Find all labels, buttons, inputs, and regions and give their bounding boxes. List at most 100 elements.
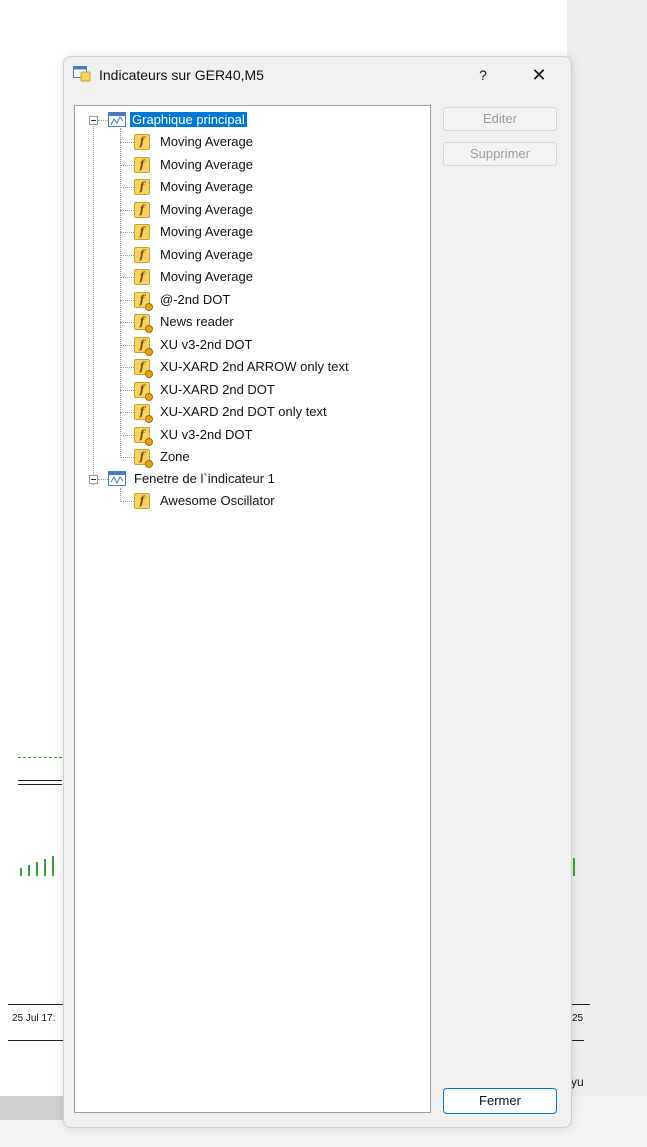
collapse-toggle-fenetre-indicateur[interactable] <box>89 475 98 484</box>
tree-connector <box>120 389 134 391</box>
tree-item-indicator[interactable]: f Zone <box>134 447 414 468</box>
tree-connector <box>120 488 121 502</box>
tree-item-indicator[interactable]: f XU v3-2nd DOT <box>134 335 414 356</box>
chart-bottom-line-right <box>570 1040 584 1042</box>
builtin-indicator-icon: f <box>134 493 150 509</box>
tree-connector <box>120 128 121 458</box>
builtin-indicator-icon: f <box>134 224 150 240</box>
tree-connector <box>120 164 134 166</box>
tree-item-label: @-2nd DOT <box>160 291 231 307</box>
tree-group-fenetre-indicateur[interactable]: Fenetre de l`indicateur 1 <box>108 469 408 489</box>
tree-item-indicator[interactable]: f Awesome Oscillator <box>134 491 414 511</box>
tree-item-label: Moving Average <box>160 134 253 149</box>
tree-connector <box>120 277 134 278</box>
tree-group-label: Fenetre de l`indicateur 1 <box>134 471 275 486</box>
tree-connector <box>120 344 134 346</box>
tree-connector <box>120 412 134 413</box>
tree-connector <box>120 434 134 436</box>
tree-item-indicator[interactable]: f Moving Average <box>134 132 414 152</box>
chart-green-line <box>18 757 62 759</box>
custom-indicator-icon: f <box>134 291 153 311</box>
oscillator-bar <box>20 868 22 876</box>
tree-item-indicator[interactable]: f Moving Average <box>134 200 414 220</box>
tree-connector <box>120 457 134 458</box>
tree-connector <box>120 501 134 502</box>
custom-indicator-icon: f <box>134 404 153 423</box>
chart-black-line <box>18 780 62 782</box>
tree-connector <box>120 142 134 143</box>
custom-indicator-icon: f <box>134 314 153 333</box>
tree-item-label: Moving Average <box>160 224 253 239</box>
builtin-indicator-icon: f <box>134 269 150 285</box>
oscillator-bar <box>52 856 54 876</box>
oscillator-bar <box>36 862 38 876</box>
tree-item-label: XU-XARD 2nd DOT only text <box>160 404 327 419</box>
custom-indicator-icon: f <box>134 359 153 378</box>
tree-item-indicator[interactable]: f XU-XARD 2nd DOT only text <box>134 402 414 423</box>
builtin-indicator-icon: f <box>134 156 150 173</box>
tree-item-indicator[interactable]: f @-2nd DOT <box>134 290 414 311</box>
tree-item-label: Moving Average <box>160 269 253 284</box>
tree-item-indicator[interactable]: f XU-XARD 2nd DOT <box>134 380 414 401</box>
builtin-indicator-icon: f <box>134 134 150 150</box>
dialog-title: Indicateurs sur GER40,M5 <box>99 67 264 83</box>
help-button[interactable]: ? <box>469 63 497 87</box>
tree-connector <box>120 209 134 211</box>
date-label-left: 25 Jul 17: <box>12 1013 56 1024</box>
tree-connector <box>120 187 134 188</box>
custom-indicator-icon: f <box>134 426 153 446</box>
tree-connector <box>120 299 134 301</box>
tree-item-indicator[interactable]: f News reader <box>134 312 414 333</box>
chart-window-icon <box>108 112 126 127</box>
oscillator-bar <box>44 859 46 876</box>
tree-item-label: Moving Average <box>160 201 253 217</box>
close-icon[interactable]: ✕ <box>522 63 556 87</box>
tree-item-label: Moving Average <box>160 246 253 262</box>
tree-item-label: News reader <box>160 314 234 329</box>
right-fragment-text: yu <box>571 1075 584 1089</box>
indicators-window-icon <box>73 66 91 82</box>
tree-connector <box>120 232 134 233</box>
tree-connector <box>98 479 108 480</box>
chart-bottom-line <box>8 1040 64 1042</box>
tree-connector <box>120 367 134 368</box>
tree-item-label: XU v3-2nd DOT <box>160 336 253 352</box>
tree-item-indicator[interactable]: f XU v3-2nd DOT <box>134 425 414 446</box>
tree-item-label: Awesome Oscillator <box>160 493 275 508</box>
tree-item-indicator[interactable]: f Moving Average <box>134 267 414 287</box>
oscillator-bar <box>28 865 30 876</box>
tree-item-label: XU-XARD 2nd ARROW only text <box>160 359 349 374</box>
tree-item-label: Zone <box>160 449 190 464</box>
tree-item-indicator[interactable]: f Moving Average <box>134 222 414 242</box>
indicators-dialog: Indicateurs sur GER40,M5 ? ✕ Graphique p… <box>63 56 572 1128</box>
builtin-indicator-icon: f <box>134 246 150 263</box>
tree-connector <box>120 254 134 256</box>
date-label-right: 25 <box>572 1013 584 1024</box>
tree-connector <box>98 120 108 121</box>
close-button[interactable]: Fermer <box>443 1088 557 1114</box>
title-bar[interactable]: Indicateurs sur GER40,M5 ? ✕ <box>64 57 571 93</box>
collapse-toggle-graphique-principal[interactable] <box>89 116 98 125</box>
edit-button[interactable]: Editer <box>443 107 557 131</box>
tree-item-label: XU-XARD 2nd DOT <box>160 381 275 397</box>
tree-item-indicator[interactable]: f Moving Average <box>134 155 414 175</box>
indicator-tree[interactable]: Graphique principal Fenetre de l`indicat… <box>74 105 431 1113</box>
tree-item-indicator[interactable]: f XU-XARD 2nd ARROW only text <box>134 357 414 378</box>
tree-group-graphique-principal[interactable]: Graphique principal <box>108 110 408 130</box>
tree-item-label: Moving Average <box>160 156 253 172</box>
tree-item-label: Moving Average <box>160 179 253 194</box>
background-chart-right <box>567 0 647 1147</box>
tree-item-indicator[interactable]: f Moving Average <box>134 177 414 197</box>
builtin-indicator-icon: f <box>134 179 150 195</box>
chart-axis-line <box>8 1004 64 1006</box>
indicator-window-icon <box>108 471 126 486</box>
delete-button[interactable]: Supprimer <box>443 142 557 166</box>
custom-indicator-icon: f <box>134 381 153 401</box>
tree-item-indicator[interactable]: f Moving Average <box>134 245 414 265</box>
builtin-indicator-icon: f <box>134 201 150 218</box>
custom-indicator-icon: f <box>134 336 153 356</box>
tree-group-label: Graphique principal <box>130 112 247 127</box>
tree-connector <box>120 322 134 323</box>
oscillator-bar <box>573 858 575 876</box>
tree-connector <box>93 121 94 485</box>
